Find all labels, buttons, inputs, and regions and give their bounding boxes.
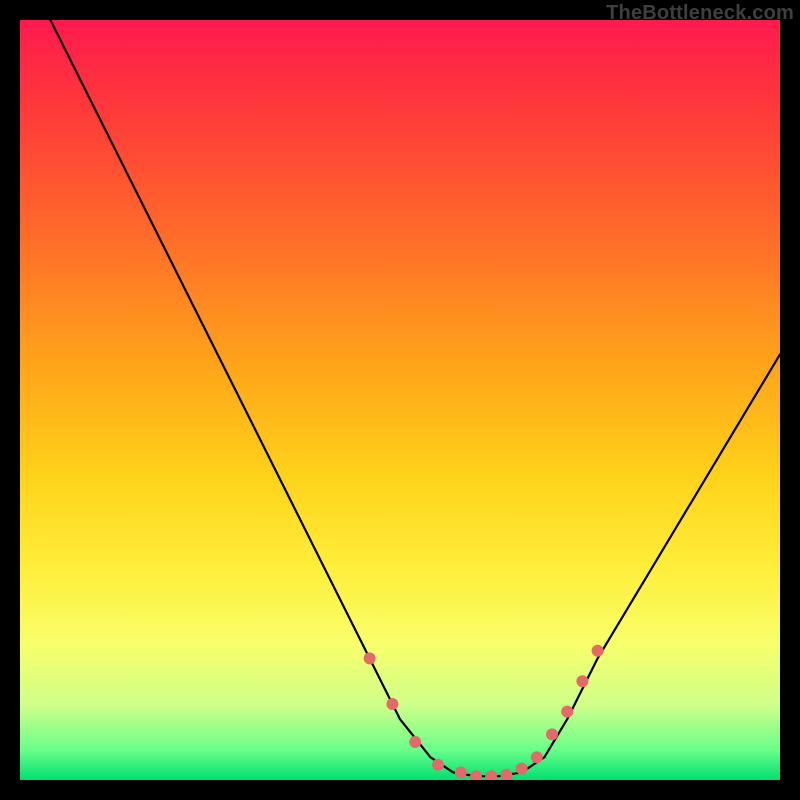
highlight-markers [364, 645, 604, 780]
watermark-text: TheBottleneck.com [606, 2, 794, 25]
marker-point [576, 675, 588, 687]
chart-area [20, 20, 780, 780]
marker-point [500, 769, 512, 780]
bottleneck-curve [50, 20, 780, 776]
marker-point [364, 652, 376, 664]
marker-point [432, 759, 444, 771]
marker-point [409, 736, 421, 748]
marker-point [531, 751, 543, 763]
marker-point [455, 766, 467, 778]
marker-point [470, 770, 482, 780]
marker-point [485, 770, 497, 780]
marker-point [561, 706, 573, 718]
marker-point [592, 645, 604, 657]
marker-point [546, 728, 558, 740]
marker-point [516, 763, 528, 775]
plot-svg [20, 20, 780, 780]
marker-point [386, 698, 398, 710]
